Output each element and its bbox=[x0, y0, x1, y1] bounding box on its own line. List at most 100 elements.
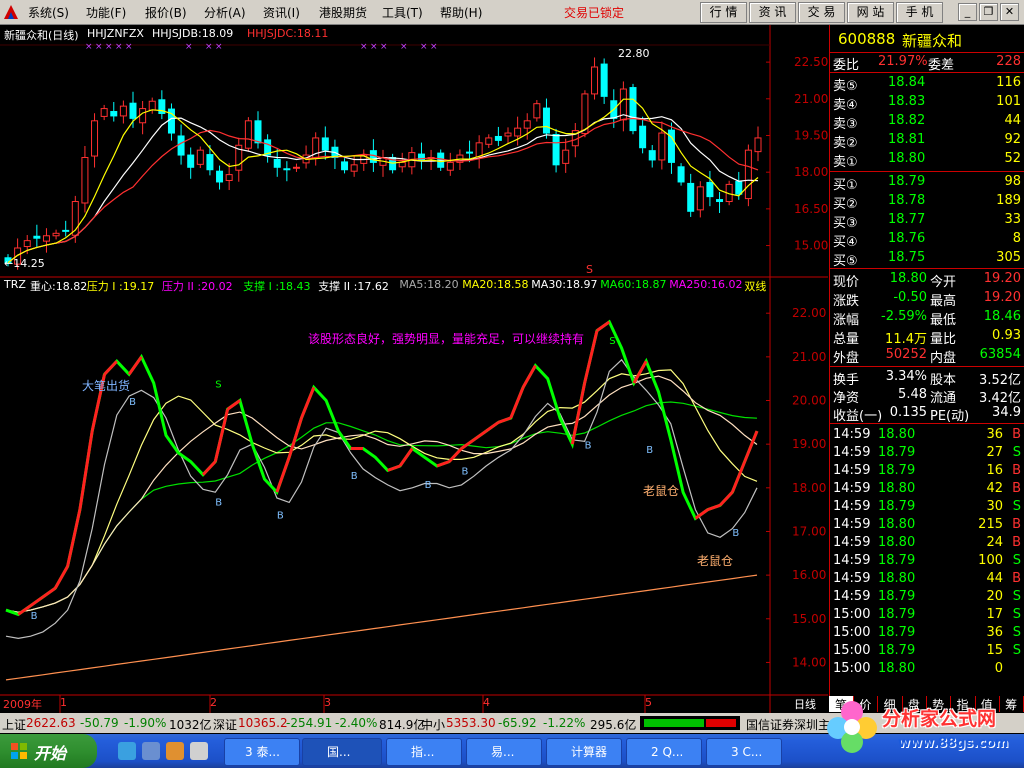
ask-label: 卖① bbox=[833, 155, 858, 170]
tick-volume: 100 bbox=[978, 553, 1003, 568]
ie-icon[interactable] bbox=[118, 742, 136, 760]
trade-button[interactable]: 交 易 bbox=[798, 2, 845, 23]
broker-name: 国信证券深圳主 bbox=[746, 718, 831, 732]
signal-marker: × bbox=[360, 42, 368, 52]
signal-marker: × bbox=[400, 42, 408, 52]
menu-system[interactable]: 系统(S) bbox=[28, 4, 69, 21]
candle-body bbox=[139, 108, 147, 124]
menu-help[interactable]: 帮助(H) bbox=[440, 4, 482, 21]
candle-body bbox=[639, 125, 647, 149]
sh-index-amount: 1032亿 bbox=[169, 718, 212, 732]
desktop-icon[interactable] bbox=[142, 742, 160, 760]
y-tick-label: 14.00 bbox=[792, 655, 826, 669]
taskbar-item[interactable]: 计算器 bbox=[546, 738, 622, 766]
stat-value: 0.93 bbox=[992, 328, 1021, 343]
mobile-button[interactable]: 手 机 bbox=[896, 2, 943, 23]
candle-body bbox=[196, 149, 204, 165]
tick-row: 15:00 18.79 15 S bbox=[830, 642, 1024, 660]
trz-legend-item: 重心:18.82 bbox=[30, 280, 88, 293]
ask-price: 18.84 bbox=[888, 75, 926, 90]
candle-body bbox=[514, 127, 522, 137]
folder-icon[interactable] bbox=[190, 742, 208, 760]
stat-label: 最高 bbox=[930, 294, 957, 309]
stat-label: 总量 bbox=[833, 332, 860, 347]
app-logo-icon bbox=[4, 5, 18, 19]
bid-diff: 228 bbox=[996, 54, 1021, 69]
tick-price: 18.80 bbox=[878, 571, 916, 586]
tick-row: 15:00 18.79 17 S bbox=[830, 606, 1024, 624]
minimize-icon[interactable]: _ bbox=[958, 3, 977, 21]
tick-direction: S bbox=[1012, 553, 1021, 568]
close-icon[interactable]: ✕ bbox=[1000, 3, 1019, 21]
tick-price: 18.79 bbox=[878, 463, 916, 478]
taskbar-item[interactable]: 3 泰... bbox=[224, 738, 300, 766]
menu-hk-futures[interactable]: 港股期货 bbox=[319, 4, 367, 21]
tick-time: 14:59 bbox=[833, 499, 871, 514]
bid-label: 买② bbox=[833, 197, 858, 212]
ask-row: 卖② 18.81 92 bbox=[830, 131, 1024, 151]
tick-time: 14:59 bbox=[833, 571, 871, 586]
ask-price: 18.83 bbox=[888, 94, 926, 109]
tick-direction: S bbox=[1012, 643, 1021, 658]
sell-marker: S bbox=[586, 263, 593, 276]
media-icon[interactable] bbox=[166, 742, 184, 760]
quote-button[interactable]: 行 情 bbox=[700, 2, 747, 23]
restore-icon[interactable]: ❐ bbox=[979, 3, 998, 21]
taskbar-item-label: 易... bbox=[491, 745, 515, 759]
bid-row: 买③ 18.77 33 bbox=[830, 211, 1024, 231]
bid-row: 买⑤ 18.75 305 bbox=[830, 249, 1024, 269]
tick-row: 14:59 18.80 36 B bbox=[830, 426, 1024, 444]
taskbar-item-label: 指... bbox=[411, 745, 435, 759]
y-tick-label: 20.00 bbox=[792, 394, 826, 408]
tick-volume: 44 bbox=[986, 571, 1003, 586]
sz-index-value: 10365.2 bbox=[238, 716, 288, 730]
sme-index-amount: 295.6亿 bbox=[590, 718, 637, 732]
candle-body bbox=[283, 168, 291, 171]
time-axis-month: 5 bbox=[645, 696, 652, 709]
candle-body bbox=[494, 135, 502, 141]
bid-diff-label: 委差 bbox=[928, 58, 955, 73]
trz-legend-item: MA60:18.87 bbox=[600, 278, 667, 291]
start-button[interactable]: 开始 bbox=[0, 734, 97, 768]
signal-marker: × bbox=[370, 42, 378, 52]
stat-row: 收益(一) 0.135 PE(动) 34.9 bbox=[830, 404, 1024, 424]
buy-marker: B bbox=[215, 497, 222, 508]
taskbar-item-active[interactable]: 国... bbox=[302, 738, 382, 766]
market-breadth-bar bbox=[640, 716, 740, 730]
menu-tools[interactable]: 工具(T) bbox=[382, 4, 423, 21]
ask-volume: 116 bbox=[996, 75, 1021, 90]
candle-body bbox=[475, 142, 483, 158]
period-label[interactable]: 日线 bbox=[794, 696, 816, 712]
bid-price: 18.77 bbox=[888, 212, 926, 227]
news-button[interactable]: 资 讯 bbox=[749, 2, 796, 23]
tick-time: 14:59 bbox=[833, 463, 871, 478]
menu-quote[interactable]: 报价(B) bbox=[145, 4, 187, 21]
website-button[interactable]: 网 站 bbox=[847, 2, 894, 23]
candle-body bbox=[533, 103, 541, 119]
menu-function[interactable]: 功能(F) bbox=[86, 4, 126, 21]
tick-direction: S bbox=[1012, 607, 1021, 622]
stat-label: 量比 bbox=[930, 332, 957, 347]
candle-body bbox=[744, 149, 752, 200]
stat-value: 34.9 bbox=[992, 405, 1021, 420]
stat-row: 现价 18.80 今开 19.20 bbox=[830, 270, 1024, 290]
taskbar-item[interactable]: 3 C... bbox=[706, 738, 782, 766]
taskbar-item[interactable]: 2 Q... bbox=[626, 738, 702, 766]
taskbar-item[interactable]: 易... bbox=[466, 738, 542, 766]
tick-time: 14:59 bbox=[833, 517, 871, 532]
stat-row: 总量 11.4万 量比 0.93 bbox=[830, 327, 1024, 347]
taskbar-item[interactable]: 指... bbox=[386, 738, 462, 766]
menu-analysis[interactable]: 分析(A) bbox=[204, 4, 246, 21]
time-axis-month: 3 bbox=[324, 696, 331, 709]
tick-time: 14:59 bbox=[833, 427, 871, 442]
menu-news[interactable]: 资讯(I) bbox=[263, 4, 300, 21]
bid-label: 买④ bbox=[833, 235, 858, 250]
stat-row: 换手 3.34% 股本 3.52亿 bbox=[830, 368, 1024, 388]
bid-ratio-label: 委比 bbox=[833, 58, 860, 73]
sme-index-label: 中小 bbox=[421, 718, 446, 732]
stat-label: PE(动) bbox=[930, 409, 970, 424]
stat-value: 63854 bbox=[979, 347, 1021, 362]
sz-index-pct: -2.40% bbox=[335, 716, 378, 730]
candle-body bbox=[292, 166, 300, 169]
buy-marker: B bbox=[31, 611, 38, 622]
